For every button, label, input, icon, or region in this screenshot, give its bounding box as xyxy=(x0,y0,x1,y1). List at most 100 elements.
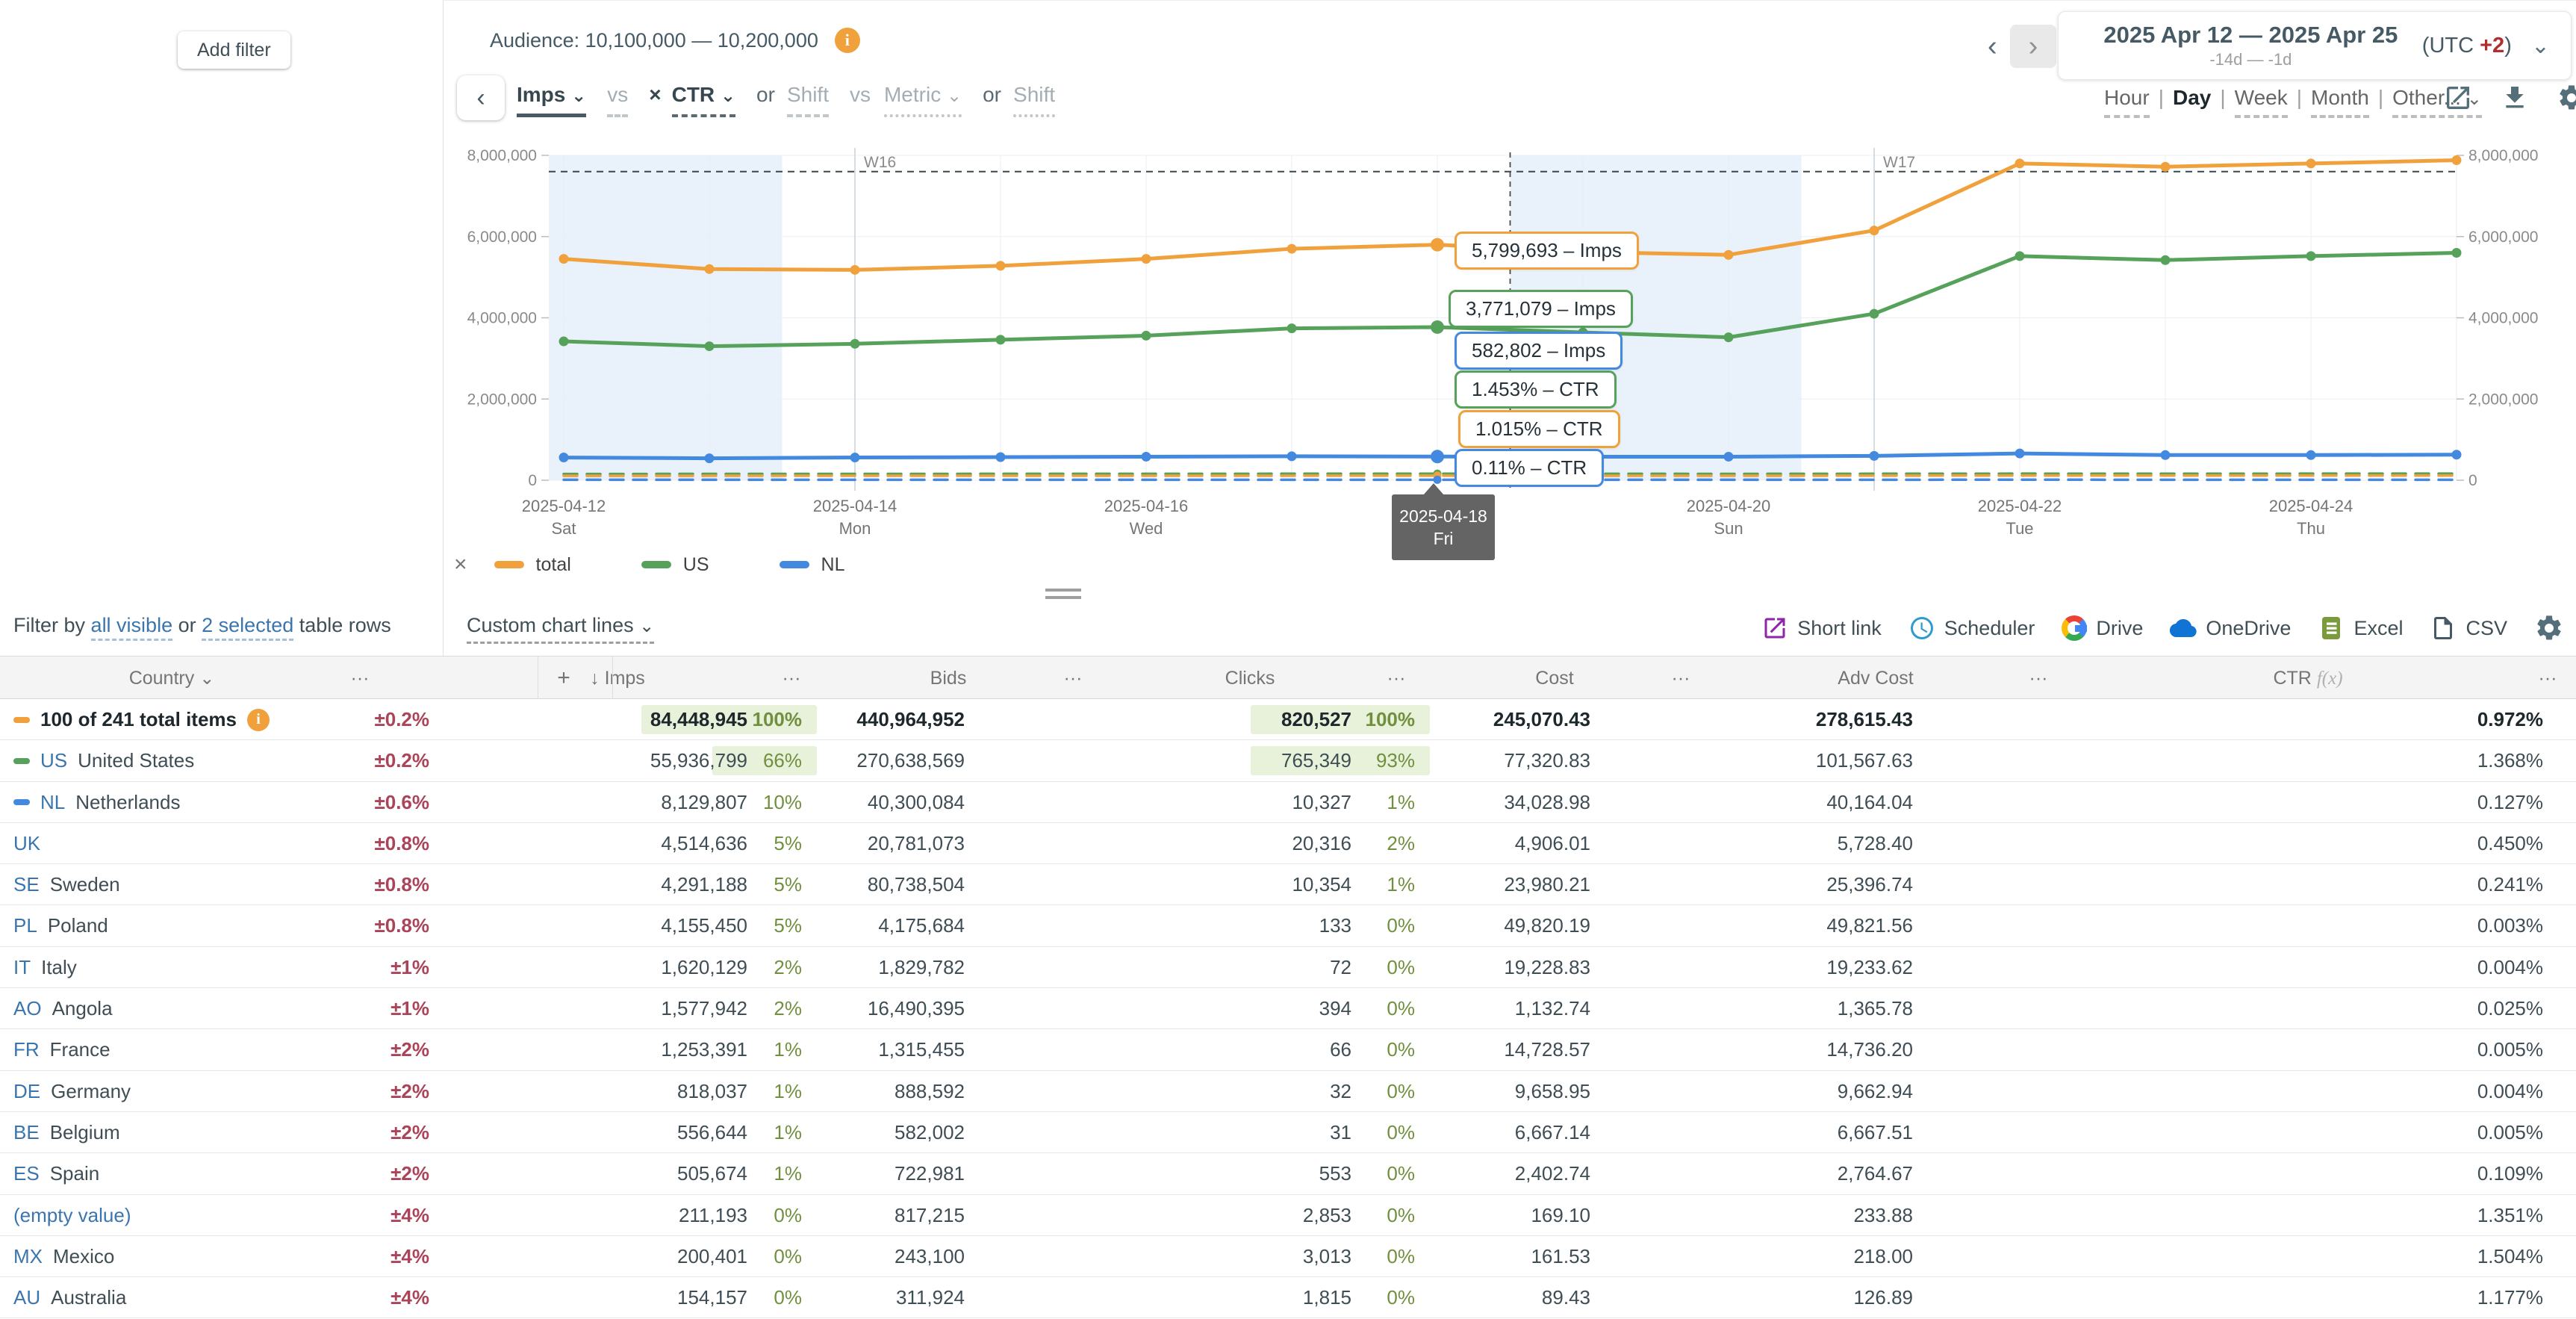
column-header-clicks[interactable]: Clicks xyxy=(1225,657,1275,700)
table-row[interactable]: AOAngola±1%1,577,9422%16,490,3953940%1,1… xyxy=(0,988,2576,1029)
tab-day-selected[interactable]: Day xyxy=(2173,86,2211,110)
table-row[interactable]: USUnited States±0.2%55,936,79966%270,638… xyxy=(0,740,2576,781)
table-row[interactable]: 100 of 241 total itemsi±0.2%84,448,94510… xyxy=(0,699,2576,740)
info-icon[interactable]: i xyxy=(835,28,860,53)
date-next-button[interactable]: › xyxy=(2010,25,2056,68)
custom-chart-lines-dropdown[interactable]: Custom chart lines ⌄ xyxy=(467,614,654,644)
bids-value: 20,781,073 xyxy=(868,823,965,864)
google-drive-icon xyxy=(2062,615,2087,641)
clicks-value: 32 xyxy=(1330,1071,1351,1112)
column-header-ctr[interactable]: CTR f(x) xyxy=(2273,657,2342,700)
onedrive-button[interactable]: OneDrive xyxy=(2170,615,2291,642)
primary-metric-dropdown[interactable]: Imps ⌄ xyxy=(517,83,586,117)
table-row[interactable]: BEBelgium±2%556,6441%582,002310%6,667.14… xyxy=(0,1112,2576,1153)
legend-item-us[interactable]: US xyxy=(641,554,709,576)
date-range-picker[interactable]: 2025 Apr 12 — 2025 Apr 25 -14d — -1d (UT… xyxy=(2058,11,2572,80)
cost-column-menu-icon[interactable]: ··· xyxy=(1672,657,1690,700)
country-code-link[interactable]: DE xyxy=(13,1071,40,1112)
imps-percent: 100% xyxy=(753,699,803,740)
add-filter-button[interactable]: Add filter xyxy=(178,31,290,69)
country-code-link[interactable]: AO xyxy=(13,988,42,1029)
shift-toggle[interactable]: Shift xyxy=(787,83,829,117)
imps-value: 1,577,942 xyxy=(661,988,747,1029)
table-row[interactable]: (empty value)±4%211,1930%817,2152,8530%1… xyxy=(0,1195,2576,1236)
bids-column-menu-icon[interactable]: ··· xyxy=(1064,657,1083,700)
shift-toggle-2[interactable]: Shift xyxy=(1013,83,1055,117)
column-header-country[interactable]: Country ⌄ xyxy=(129,657,215,700)
clicks-percent: 2% xyxy=(1387,823,1415,864)
bids-value: 582,002 xyxy=(895,1112,965,1153)
country-code-link[interactable]: BE xyxy=(13,1112,40,1153)
clicks-percent: 1% xyxy=(1387,782,1415,823)
country-code-link[interactable]: PL xyxy=(13,905,37,946)
country-code-link[interactable]: UK xyxy=(13,823,40,864)
column-header-imps-sorted[interactable]: ↓ Imps xyxy=(590,657,645,700)
clicks-percent: 1% xyxy=(1387,864,1415,905)
clock-icon xyxy=(1908,615,1935,642)
clicks-column-menu-icon[interactable]: ··· xyxy=(1387,657,1406,700)
vs-toggle[interactable]: vs xyxy=(607,83,628,117)
adv-cost-column-menu-icon[interactable]: ··· xyxy=(2029,657,2048,700)
error-margin: ±0.8% xyxy=(374,905,429,946)
cost-value: 89.43 xyxy=(1542,1277,1590,1318)
country-name: Sweden xyxy=(50,864,120,905)
country-code-link[interactable]: AU xyxy=(13,1277,40,1318)
country-code-link[interactable]: IT xyxy=(13,947,31,988)
adv-cost-value: 2,764.67 xyxy=(1838,1153,1913,1194)
filter-all-visible-link[interactable]: all visible xyxy=(91,614,173,641)
filter-selected-link[interactable]: 2 selected xyxy=(202,614,293,641)
country-code-link[interactable]: US xyxy=(40,740,67,781)
country-code-link[interactable]: SE xyxy=(13,864,40,905)
country-code-link[interactable]: (empty value) xyxy=(13,1195,131,1236)
gear-icon[interactable] xyxy=(2557,83,2576,113)
close-icon[interactable]: × xyxy=(454,552,467,577)
drive-button[interactable]: Drive xyxy=(2062,615,2143,641)
add-column-button[interactable]: + xyxy=(557,657,570,700)
remove-secondary-icon[interactable]: × xyxy=(649,83,661,107)
table-row[interactable]: UK±0.8%4,514,6365%20,781,07320,3162%4,90… xyxy=(0,823,2576,864)
table-row[interactable]: FRFrance±2%1,253,3911%1,315,455660%14,72… xyxy=(0,1029,2576,1070)
tab-month[interactable]: Month xyxy=(2311,86,2369,118)
ctr-column-menu-icon[interactable]: ··· xyxy=(2539,657,2557,700)
cost-value: 6,667.14 xyxy=(1515,1112,1590,1153)
legend-item-nl[interactable]: NL xyxy=(780,554,845,576)
country-code-link[interactable]: ES xyxy=(13,1153,40,1194)
table-body: 100 of 241 total itemsi±0.2%84,448,94510… xyxy=(0,699,2576,1318)
scheduler-button[interactable]: Scheduler xyxy=(1908,615,2035,642)
table-row[interactable]: DEGermany±2%818,0371%888,592320%9,658.95… xyxy=(0,1071,2576,1112)
table-row[interactable]: PLPoland±0.8%4,155,4505%4,175,6841330%49… xyxy=(0,905,2576,946)
country-code-link[interactable]: NL xyxy=(40,782,65,823)
metric-dropdown[interactable]: Metric ⌄ xyxy=(884,83,962,117)
country-code-link[interactable]: FR xyxy=(13,1029,40,1070)
table-row[interactable]: MXMexico±4%200,4010%243,1003,0130%161.53… xyxy=(0,1236,2576,1277)
table-row[interactable]: NLNetherlands±0.6%8,129,80710%40,300,084… xyxy=(0,782,2576,823)
csv-button[interactable]: CSV xyxy=(2430,615,2507,642)
table-row[interactable]: ITItaly±1%1,620,1292%1,829,782720%19,228… xyxy=(0,947,2576,988)
table-row[interactable]: ESSpain±2%505,6741%722,9815530%2,402.742… xyxy=(0,1153,2576,1194)
country-cell: SESweden xyxy=(13,864,120,905)
secondary-metric-dropdown[interactable]: CTR ⌄ xyxy=(672,83,735,117)
country-column-menu-icon[interactable]: ··· xyxy=(351,657,370,700)
short-link-button[interactable]: Short link xyxy=(1761,615,1882,642)
column-header-adv-cost[interactable]: Adv Cost xyxy=(1838,657,1913,700)
excel-button[interactable]: Excel xyxy=(2318,615,2403,642)
error-margin: ±2% xyxy=(391,1071,429,1112)
legend-item-total[interactable]: total xyxy=(494,554,571,576)
table-row[interactable]: SESweden±0.8%4,291,1885%80,738,50410,354… xyxy=(0,864,2576,905)
imps-value: 4,291,188 xyxy=(661,864,747,905)
chart-back-button[interactable]: ‹ xyxy=(457,75,505,120)
table-row[interactable]: AUAustralia±4%154,1570%311,9241,8150%89.… xyxy=(0,1277,2576,1318)
info-icon[interactable]: i xyxy=(247,709,270,731)
chart-panel: Audience: 10,100,000 — 10,200,000 i ‹ › … xyxy=(443,0,2576,656)
country-code-link[interactable]: MX xyxy=(13,1236,43,1277)
table-settings-gear-icon[interactable] xyxy=(2534,613,2564,643)
column-header-cost[interactable]: Cost xyxy=(1535,657,1573,700)
open-in-new-icon[interactable] xyxy=(2443,83,2473,113)
tab-week[interactable]: Week xyxy=(2235,86,2288,118)
column-header-bids[interactable]: Bids xyxy=(930,657,967,700)
download-icon[interactable] xyxy=(2500,83,2530,113)
date-prev-icon[interactable]: ‹ xyxy=(1988,31,1997,63)
error-margin: ±1% xyxy=(391,947,429,988)
imps-column-menu-icon[interactable]: ··· xyxy=(783,657,801,700)
tab-hour[interactable]: Hour xyxy=(2104,86,2150,118)
